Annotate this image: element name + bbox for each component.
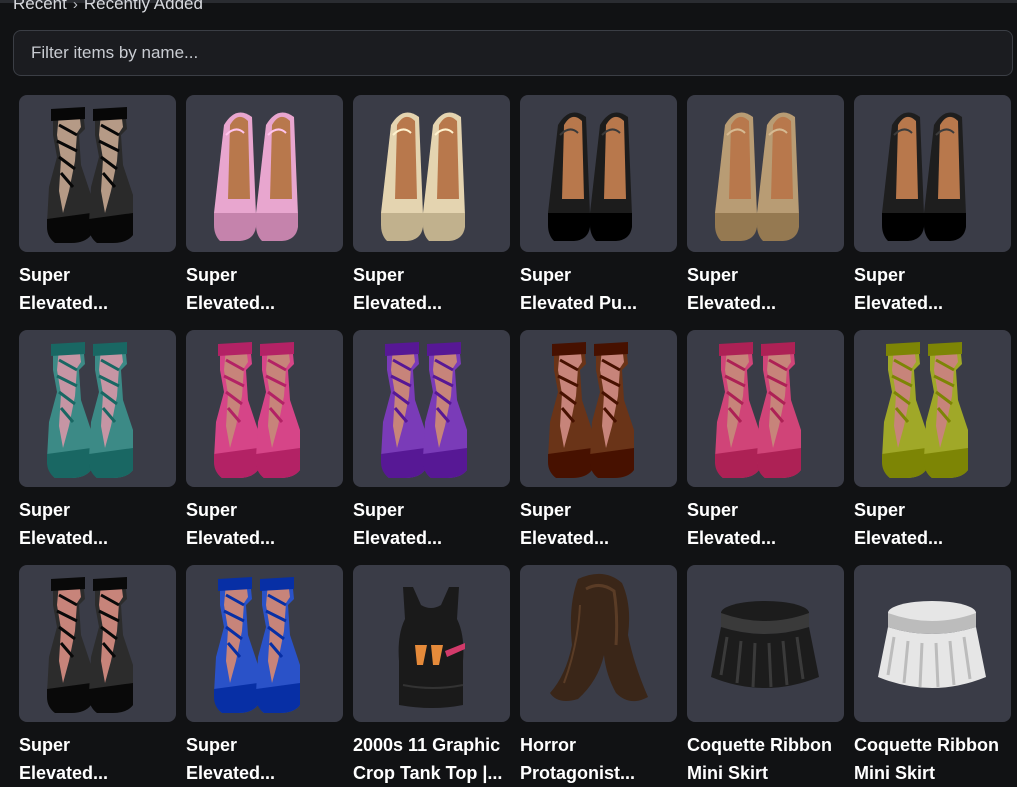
item-card[interactable]: Super Elevated... (520, 330, 677, 565)
item-thumbnail[interactable] (186, 330, 343, 487)
item-name[interactable]: Horror Protagonist... (520, 731, 680, 787)
item-name[interactable]: Super Elevated... (687, 496, 847, 552)
item-thumbnail[interactable] (186, 565, 343, 722)
breadcrumb: Recent › Recently Added (13, 0, 203, 15)
item-thumbnail[interactable] (186, 95, 343, 252)
item-card[interactable]: Super Elevated... (353, 330, 510, 565)
platform-mule-icon (381, 112, 465, 241)
tank-top-icon (398, 587, 465, 708)
item-card[interactable]: Horror Protagonist... (520, 565, 677, 787)
item-card[interactable]: Super Elevated... (854, 330, 1011, 565)
item-name[interactable]: Super Elevated Pu... (520, 261, 680, 317)
laced-heel-icon (214, 342, 300, 478)
platform-mule-icon (882, 112, 966, 241)
long-hair-icon (550, 573, 648, 702)
item-card[interactable]: Super Elevated... (19, 95, 176, 330)
item-thumbnail[interactable] (353, 330, 510, 487)
item-name[interactable]: Coquette Ribbon Mini Skirt (687, 731, 847, 787)
item-card[interactable]: Super Elevated... (186, 565, 343, 787)
filter-input[interactable] (29, 42, 997, 64)
item-card[interactable]: Coquette Ribbon Mini Skirt (854, 565, 1011, 787)
item-name[interactable]: Super Elevated... (186, 261, 346, 317)
item-name[interactable]: Super Elevated... (854, 261, 1014, 317)
item-thumbnail[interactable] (520, 95, 677, 252)
item-name[interactable]: Super Elevated... (854, 496, 1014, 552)
item-card[interactable]: Super Elevated Pu... (520, 95, 677, 330)
item-name[interactable]: Super Elevated... (19, 261, 179, 317)
item-thumbnail[interactable] (687, 330, 844, 487)
item-thumbnail[interactable] (687, 565, 844, 722)
item-thumbnail[interactable] (854, 565, 1011, 722)
platform-mule-icon (214, 112, 298, 241)
item-name[interactable]: Super Elevated... (687, 261, 847, 317)
item-thumbnail[interactable] (353, 95, 510, 252)
item-card[interactable]: Super Elevated... (854, 95, 1011, 330)
item-thumbnail[interactable] (19, 95, 176, 252)
item-name[interactable]: Super Elevated... (520, 496, 680, 552)
item-card[interactable]: 2000s 11 Graphic Crop Tank Top |... (353, 565, 510, 787)
item-thumbnail[interactable] (854, 95, 1011, 252)
breadcrumb-recently-added: Recently Added (83, 0, 203, 13)
filter-field[interactable] (13, 30, 1013, 76)
item-card[interactable]: Super Elevated... (353, 95, 510, 330)
laced-heel-icon (47, 107, 133, 243)
item-thumbnail[interactable] (687, 95, 844, 252)
item-name[interactable]: 2000s 11 Graphic Crop Tank Top |... (353, 731, 513, 787)
item-thumbnail[interactable] (520, 330, 677, 487)
platform-mule-icon (715, 112, 799, 241)
item-name[interactable]: Super Elevated... (186, 731, 346, 787)
inventory-page: Recent › Recently Added Super Elevated..… (0, 0, 1017, 787)
item-card[interactable]: Super Elevated... (19, 565, 176, 787)
laced-heel-icon (47, 342, 133, 478)
item-thumbnail[interactable] (854, 330, 1011, 487)
item-name[interactable]: Super Elevated... (19, 496, 179, 552)
laced-heel-icon (47, 577, 133, 713)
laced-heel-icon (548, 342, 634, 478)
item-name[interactable]: Super Elevated... (19, 731, 179, 787)
platform-mule-icon (548, 112, 632, 241)
chevron-right-icon: › (72, 0, 78, 13)
mini-skirt-icon (711, 601, 819, 688)
item-card[interactable]: Coquette Ribbon Mini Skirt (687, 565, 844, 787)
item-card[interactable]: Super Elevated... (186, 95, 343, 330)
item-card[interactable]: Super Elevated... (19, 330, 176, 565)
item-grid: Super Elevated... Super Elevated... Supe… (19, 95, 1017, 787)
item-name[interactable]: Super Elevated... (186, 496, 346, 552)
item-thumbnail[interactable] (520, 565, 677, 722)
item-thumbnail[interactable] (353, 565, 510, 722)
laced-heel-icon (214, 577, 300, 713)
item-name[interactable]: Super Elevated... (353, 261, 513, 317)
item-card[interactable]: Super Elevated... (687, 330, 844, 565)
laced-heel-icon (715, 342, 801, 478)
item-card[interactable]: Super Elevated... (186, 330, 343, 565)
laced-heel-icon (882, 342, 968, 478)
item-card[interactable]: Super Elevated... (687, 95, 844, 330)
mini-skirt-icon (878, 601, 986, 688)
item-thumbnail[interactable] (19, 330, 176, 487)
item-thumbnail[interactable] (19, 565, 176, 722)
laced-heel-icon (381, 342, 467, 478)
breadcrumb-recent[interactable]: Recent (13, 0, 67, 14)
item-name[interactable]: Super Elevated... (353, 496, 513, 552)
item-name[interactable]: Coquette Ribbon Mini Skirt (854, 731, 1014, 787)
